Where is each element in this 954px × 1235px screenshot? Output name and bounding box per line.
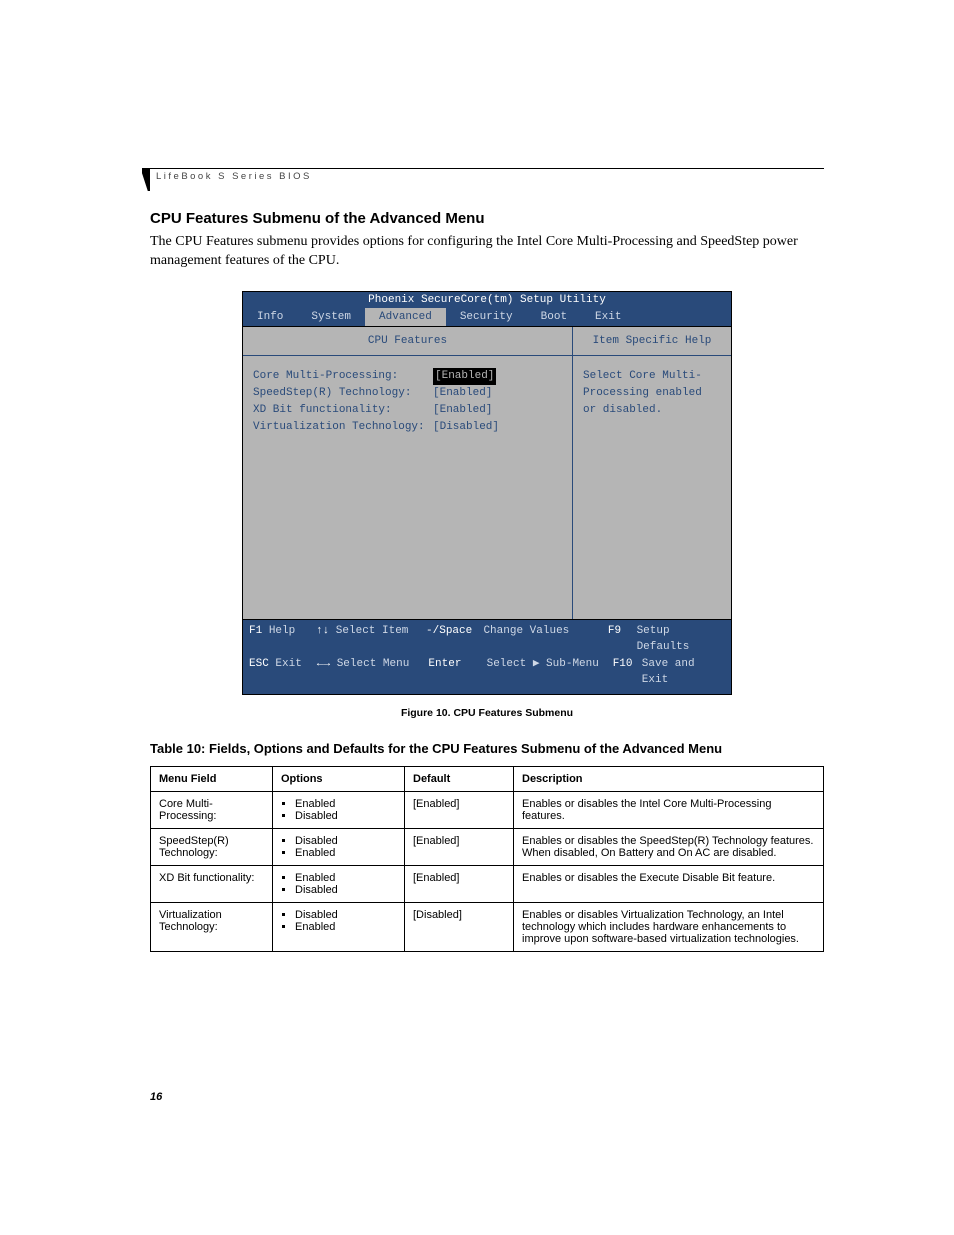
bios-key: -/Space [426, 625, 472, 637]
bios-key: ↑↓ [316, 625, 329, 637]
running-head: LifeBook S Series BIOS [150, 168, 824, 182]
bios-setting-label: Virtualization Technology: [253, 419, 433, 436]
running-head-text: LifeBook S Series BIOS [150, 171, 824, 182]
bios-setting-label: Core Multi-Processing: [253, 368, 433, 385]
option-item: Enabled [295, 798, 396, 810]
bios-key: Enter [428, 658, 461, 670]
bios-settings-list: Core Multi-Processing:[Enabled]SpeedStep… [243, 356, 572, 448]
bios-key: ←→ [317, 658, 330, 670]
intro-paragraph: The CPU Features submenu provides option… [150, 233, 824, 271]
bios-menu-advanced[interactable]: Advanced [365, 308, 446, 326]
bios-help-pane: Item Specific Help Select Core Multi-Pro… [573, 327, 731, 619]
cell-menu-field: SpeedStep(R) Technology: [151, 828, 273, 865]
table-row: SpeedStep(R) Technology:DisabledEnabled[… [151, 828, 824, 865]
bios-title: Phoenix SecureCore(tm) Setup Utility [242, 291, 732, 308]
bios-left-heading: CPU Features [243, 327, 572, 356]
bios-setting-label: XD Bit functionality: [253, 402, 433, 419]
option-item: Enabled [295, 872, 396, 884]
bios-screenshot: Phoenix SecureCore(tm) Setup Utility Inf… [242, 291, 732, 695]
table-title: Table 10: Fields, Options and Defaults f… [150, 741, 824, 756]
option-item: Enabled [295, 921, 396, 933]
cell-description: Enables or disables Virtualization Techn… [514, 902, 824, 951]
bios-setting-row[interactable]: Virtualization Technology:[Disabled] [253, 419, 562, 436]
bios-key: F10 [613, 658, 633, 670]
cell-description: Enables or disables the Intel Core Multi… [514, 791, 824, 828]
th-options: Options [273, 766, 405, 791]
bios-help-text: Select Core Multi-Processing enabled or … [573, 356, 731, 431]
section-heading: CPU Features Submenu of the Advanced Men… [150, 210, 824, 227]
cell-options: EnabledDisabled [273, 865, 405, 902]
figure-caption: Figure 10. CPU Features Submenu [150, 707, 824, 719]
cell-description: Enables or disables the Execute Disable … [514, 865, 824, 902]
bios-menu-boot[interactable]: Boot [527, 308, 581, 326]
bios-left-pane: CPU Features Core Multi-Processing:[Enab… [243, 327, 573, 619]
bios-footer: F1 Help ↑↓ Select Item -/Space Change Va… [242, 620, 732, 695]
bios-setting-row[interactable]: Core Multi-Processing:[Enabled] [253, 368, 562, 385]
bios-help-heading: Item Specific Help [573, 327, 731, 356]
cell-default: [Enabled] [405, 791, 514, 828]
bios-setting-value[interactable]: [Disabled] [433, 419, 499, 436]
bios-setting-value[interactable]: [Enabled] [433, 402, 492, 419]
cell-default: [Enabled] [405, 828, 514, 865]
page-number: 16 [150, 1091, 162, 1103]
options-table: Menu Field Options Default Description C… [150, 766, 824, 952]
bios-setting-row[interactable]: SpeedStep(R) Technology:[Enabled] [253, 385, 562, 402]
bios-menu-security[interactable]: Security [446, 308, 527, 326]
bios-menu-info[interactable]: Info [243, 308, 297, 326]
table-row: Core Multi-Processing:EnabledDisabled[En… [151, 791, 824, 828]
cell-default: [Enabled] [405, 865, 514, 902]
option-item: Enabled [295, 847, 396, 859]
bios-menu-system[interactable]: System [297, 308, 365, 326]
bios-key: F9 [608, 625, 621, 637]
bios-setting-row[interactable]: XD Bit functionality:[Enabled] [253, 402, 562, 419]
cell-description: Enables or disables the SpeedStep(R) Tec… [514, 828, 824, 865]
th-default: Default [405, 766, 514, 791]
cell-default: [Disabled] [405, 902, 514, 951]
th-description: Description [514, 766, 824, 791]
cell-options: EnabledDisabled [273, 791, 405, 828]
bios-setting-label: SpeedStep(R) Technology: [253, 385, 433, 402]
bios-menu-exit[interactable]: Exit [581, 308, 635, 326]
table-row: XD Bit functionality:EnabledDisabled[Ena… [151, 865, 824, 902]
table-row: Virtualization Technology:DisabledEnable… [151, 902, 824, 951]
bios-setting-value[interactable]: [Enabled] [433, 368, 496, 385]
cell-menu-field: Virtualization Technology: [151, 902, 273, 951]
option-item: Disabled [295, 810, 396, 822]
bios-setting-value[interactable]: [Enabled] [433, 385, 492, 402]
bios-key: ESC [249, 658, 269, 670]
bios-key: F1 [249, 625, 262, 637]
cell-menu-field: XD Bit functionality: [151, 865, 273, 902]
cell-options: DisabledEnabled [273, 828, 405, 865]
cell-options: DisabledEnabled [273, 902, 405, 951]
bios-menubar: InfoSystemAdvancedSecurityBootExit [242, 308, 732, 326]
cell-menu-field: Core Multi-Processing: [151, 791, 273, 828]
th-menu-field: Menu Field [151, 766, 273, 791]
option-item: Disabled [295, 884, 396, 896]
option-item: Disabled [295, 909, 396, 921]
option-item: Disabled [295, 835, 396, 847]
